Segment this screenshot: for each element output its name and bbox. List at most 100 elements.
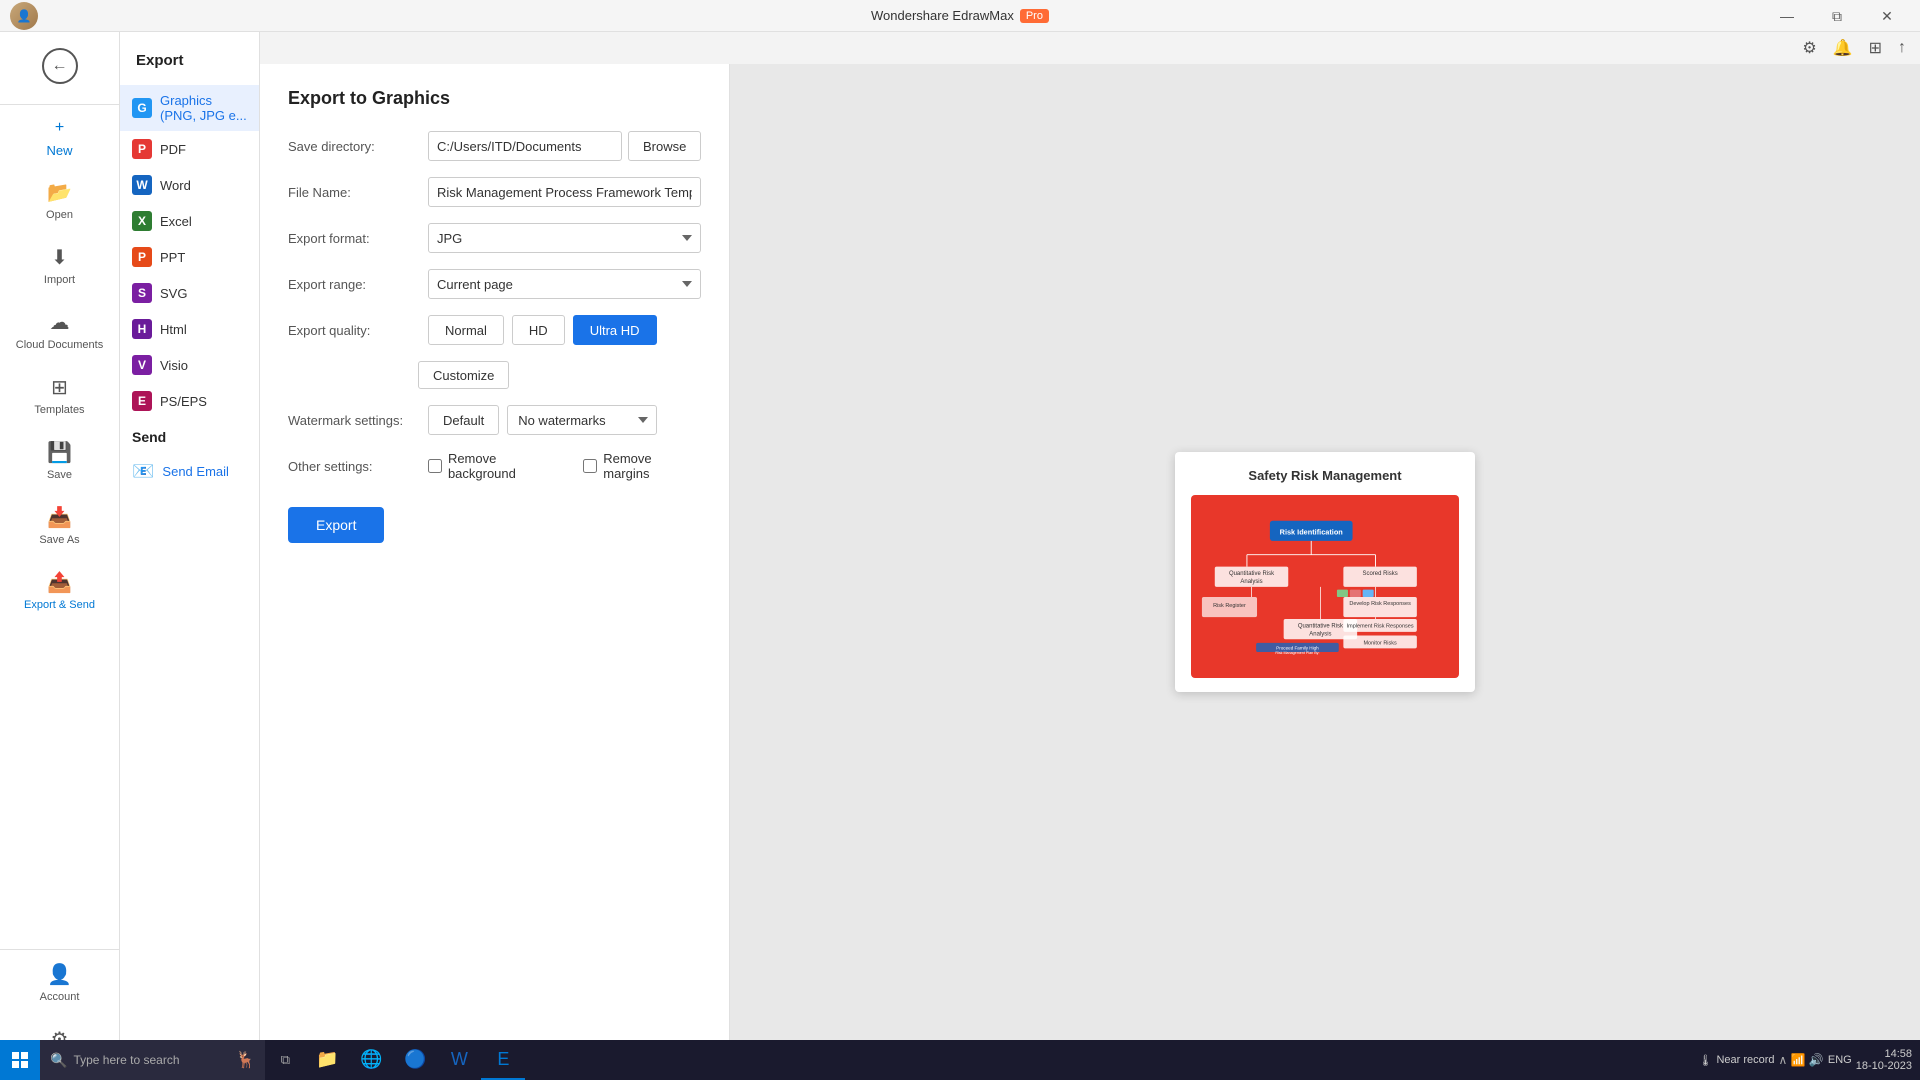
avatar: 👤 bbox=[10, 2, 38, 30]
start-button[interactable] bbox=[0, 1040, 40, 1080]
sidebar-item-import[interactable]: ⬇ Import bbox=[0, 233, 119, 298]
sidebar-item-cloud[interactable]: ☁ Cloud Documents bbox=[0, 298, 119, 363]
browse-button[interactable]: Browse bbox=[628, 131, 701, 161]
back-button[interactable]: ← bbox=[30, 36, 90, 96]
sidebar-item-saveas[interactable]: 📥 Save As bbox=[0, 493, 119, 558]
send-email-item[interactable]: 📧 Send Email bbox=[132, 453, 247, 490]
save-directory-row: Save directory: Browse bbox=[288, 131, 701, 161]
taskbar-explorer[interactable]: 📁 bbox=[305, 1040, 349, 1080]
sidebar-item-new[interactable]: + New bbox=[0, 109, 119, 168]
file-name-input[interactable] bbox=[428, 177, 701, 207]
system-icons: ∧ 📶 🔊 bbox=[1779, 1053, 1824, 1067]
send-title: Send bbox=[132, 429, 247, 453]
watermark-controls: Default No watermarks Custom watermark bbox=[428, 405, 701, 435]
remove-margins-checkbox[interactable]: Remove margins bbox=[583, 451, 701, 481]
svg-text:Risk Register: Risk Register bbox=[1213, 603, 1246, 609]
templates-icon: ⊞ bbox=[51, 375, 68, 400]
file-type-excel[interactable]: X Excel bbox=[120, 203, 259, 239]
remove-bg-input[interactable] bbox=[428, 459, 442, 473]
export-format-control: JPG PNG BMP GIF TIFF SVG bbox=[428, 223, 701, 253]
quality-ultrahd-button[interactable]: Ultra HD bbox=[573, 315, 657, 345]
svg-text:Scored Risks: Scored Risks bbox=[1363, 571, 1398, 577]
sidebar-item-open[interactable]: 📂 Open bbox=[0, 168, 119, 233]
sidebar-item-templates[interactable]: ⊞ Templates bbox=[0, 363, 119, 428]
remove-margins-input[interactable] bbox=[583, 459, 597, 473]
file-name-row: File Name: bbox=[288, 177, 701, 207]
minimize-button[interactable]: — bbox=[1764, 0, 1810, 32]
share-icon[interactable]: ↑ bbox=[1894, 35, 1910, 61]
pdf-label: PDF bbox=[160, 142, 186, 157]
export-title: Export to Graphics bbox=[288, 88, 701, 109]
sidebar-item-save[interactable]: 💾 Save bbox=[0, 428, 119, 493]
quality-normal-button[interactable]: Normal bbox=[428, 315, 504, 345]
quality-hd-button[interactable]: HD bbox=[512, 315, 565, 345]
apps-icon[interactable]: ⊞ bbox=[1865, 34, 1886, 62]
file-type-word[interactable]: W Word bbox=[120, 167, 259, 203]
other-settings-control: Remove background Remove margins bbox=[428, 451, 701, 481]
cloud-icon: ☁ bbox=[50, 310, 70, 335]
watermark-select[interactable]: No watermarks Custom watermark bbox=[507, 405, 657, 435]
taskbar-word[interactable]: W bbox=[437, 1040, 481, 1080]
remove-bg-checkbox[interactable]: Remove background bbox=[428, 451, 567, 481]
date-display: 18-10-2023 bbox=[1856, 1060, 1912, 1072]
file-type-graphics[interactable]: G Graphics (PNG, JPG e... bbox=[120, 85, 259, 131]
file-sidebar-title: Export bbox=[120, 42, 259, 85]
html-label: Html bbox=[160, 322, 187, 337]
save-directory-input[interactable] bbox=[428, 131, 622, 161]
taskbar-chrome[interactable]: 🔵 bbox=[393, 1040, 437, 1080]
html-icon: H bbox=[132, 319, 152, 339]
checkbox-row: Remove background Remove margins bbox=[428, 451, 701, 481]
sidebar-divider-1 bbox=[0, 104, 119, 105]
pro-badge: Pro bbox=[1020, 9, 1049, 23]
taskview-button[interactable]: ⧉ bbox=[265, 1040, 305, 1080]
export-button[interactable]: Export bbox=[288, 507, 384, 543]
word-label: Word bbox=[160, 178, 191, 193]
watermark-default-button[interactable]: Default bbox=[428, 405, 499, 435]
cloud-label: Cloud Documents bbox=[16, 339, 103, 351]
file-type-eps[interactable]: E PS/EPS bbox=[120, 383, 259, 419]
new-label: New bbox=[46, 143, 72, 158]
taskbar: 🔍 Type here to search 🦌 ⧉ 📁 🌐 🔵 W E 🌡 Ne… bbox=[0, 1040, 1920, 1080]
other-settings-row: Other settings: Remove background Remove… bbox=[288, 451, 701, 481]
saveas-label: Save As bbox=[39, 534, 79, 546]
bell-icon[interactable]: 🔔 bbox=[1829, 34, 1857, 62]
export-format-select[interactable]: JPG PNG BMP GIF TIFF SVG bbox=[428, 223, 701, 253]
file-type-ppt[interactable]: P PPT bbox=[120, 239, 259, 275]
restore-button[interactable]: ⧉ bbox=[1814, 0, 1860, 32]
taskbar-edrawmax[interactable]: E bbox=[481, 1040, 525, 1080]
file-type-sidebar: Export G Graphics (PNG, JPG e... P PDF W… bbox=[120, 32, 260, 1080]
weather-icon: 🌡 bbox=[1698, 1054, 1712, 1067]
customize-button[interactable]: Customize bbox=[418, 361, 509, 389]
export-range-label: Export range: bbox=[288, 277, 418, 292]
watermark-row: Watermark settings: Default No watermark… bbox=[288, 405, 701, 435]
close-button[interactable]: ✕ bbox=[1864, 0, 1910, 32]
export-range-select[interactable]: Current page All pages Selected pages bbox=[428, 269, 701, 299]
customize-row: Customize bbox=[418, 361, 701, 389]
export-quality-control: Normal HD Ultra HD bbox=[428, 315, 701, 345]
graphics-label: Graphics (PNG, JPG e... bbox=[160, 93, 247, 123]
export-range-row: Export range: Current page All pages Sel… bbox=[288, 269, 701, 299]
ppt-label: PPT bbox=[160, 250, 185, 265]
taskbar-edge[interactable]: 🌐 bbox=[349, 1040, 393, 1080]
remove-margins-label: Remove margins bbox=[603, 451, 701, 481]
export-format-label: Export format: bbox=[288, 231, 418, 246]
svg-text:Analysis: Analysis bbox=[1309, 632, 1331, 638]
sidebar-item-account[interactable]: 👤 Account bbox=[0, 950, 119, 1015]
taskbar-search[interactable]: 🔍 Type here to search 🦌 bbox=[40, 1040, 265, 1080]
svg-text:Risk Identification: Risk Identification bbox=[1280, 527, 1344, 536]
eps-icon: E bbox=[132, 391, 152, 411]
sidebar-item-export[interactable]: 📤 Export & Send bbox=[0, 558, 119, 623]
save-icon: 💾 bbox=[47, 440, 72, 465]
file-type-pdf[interactable]: P PDF bbox=[120, 131, 259, 167]
file-type-html[interactable]: H Html bbox=[120, 311, 259, 347]
language-indicator: ENG bbox=[1828, 1054, 1852, 1066]
quality-buttons: Normal HD Ultra HD bbox=[428, 315, 701, 345]
file-type-svg[interactable]: S SVG bbox=[120, 275, 259, 311]
visio-label: Visio bbox=[160, 358, 188, 373]
taskbar-apps: ⧉ 📁 🌐 🔵 W E bbox=[265, 1040, 525, 1080]
preview-panel: Safety Risk Management Risk Identificati… bbox=[730, 64, 1920, 1080]
send-email-label: Send Email bbox=[162, 464, 228, 479]
excel-icon: X bbox=[132, 211, 152, 231]
file-type-visio[interactable]: V Visio bbox=[120, 347, 259, 383]
settings-icon[interactable]: ⚙ bbox=[1798, 34, 1820, 62]
